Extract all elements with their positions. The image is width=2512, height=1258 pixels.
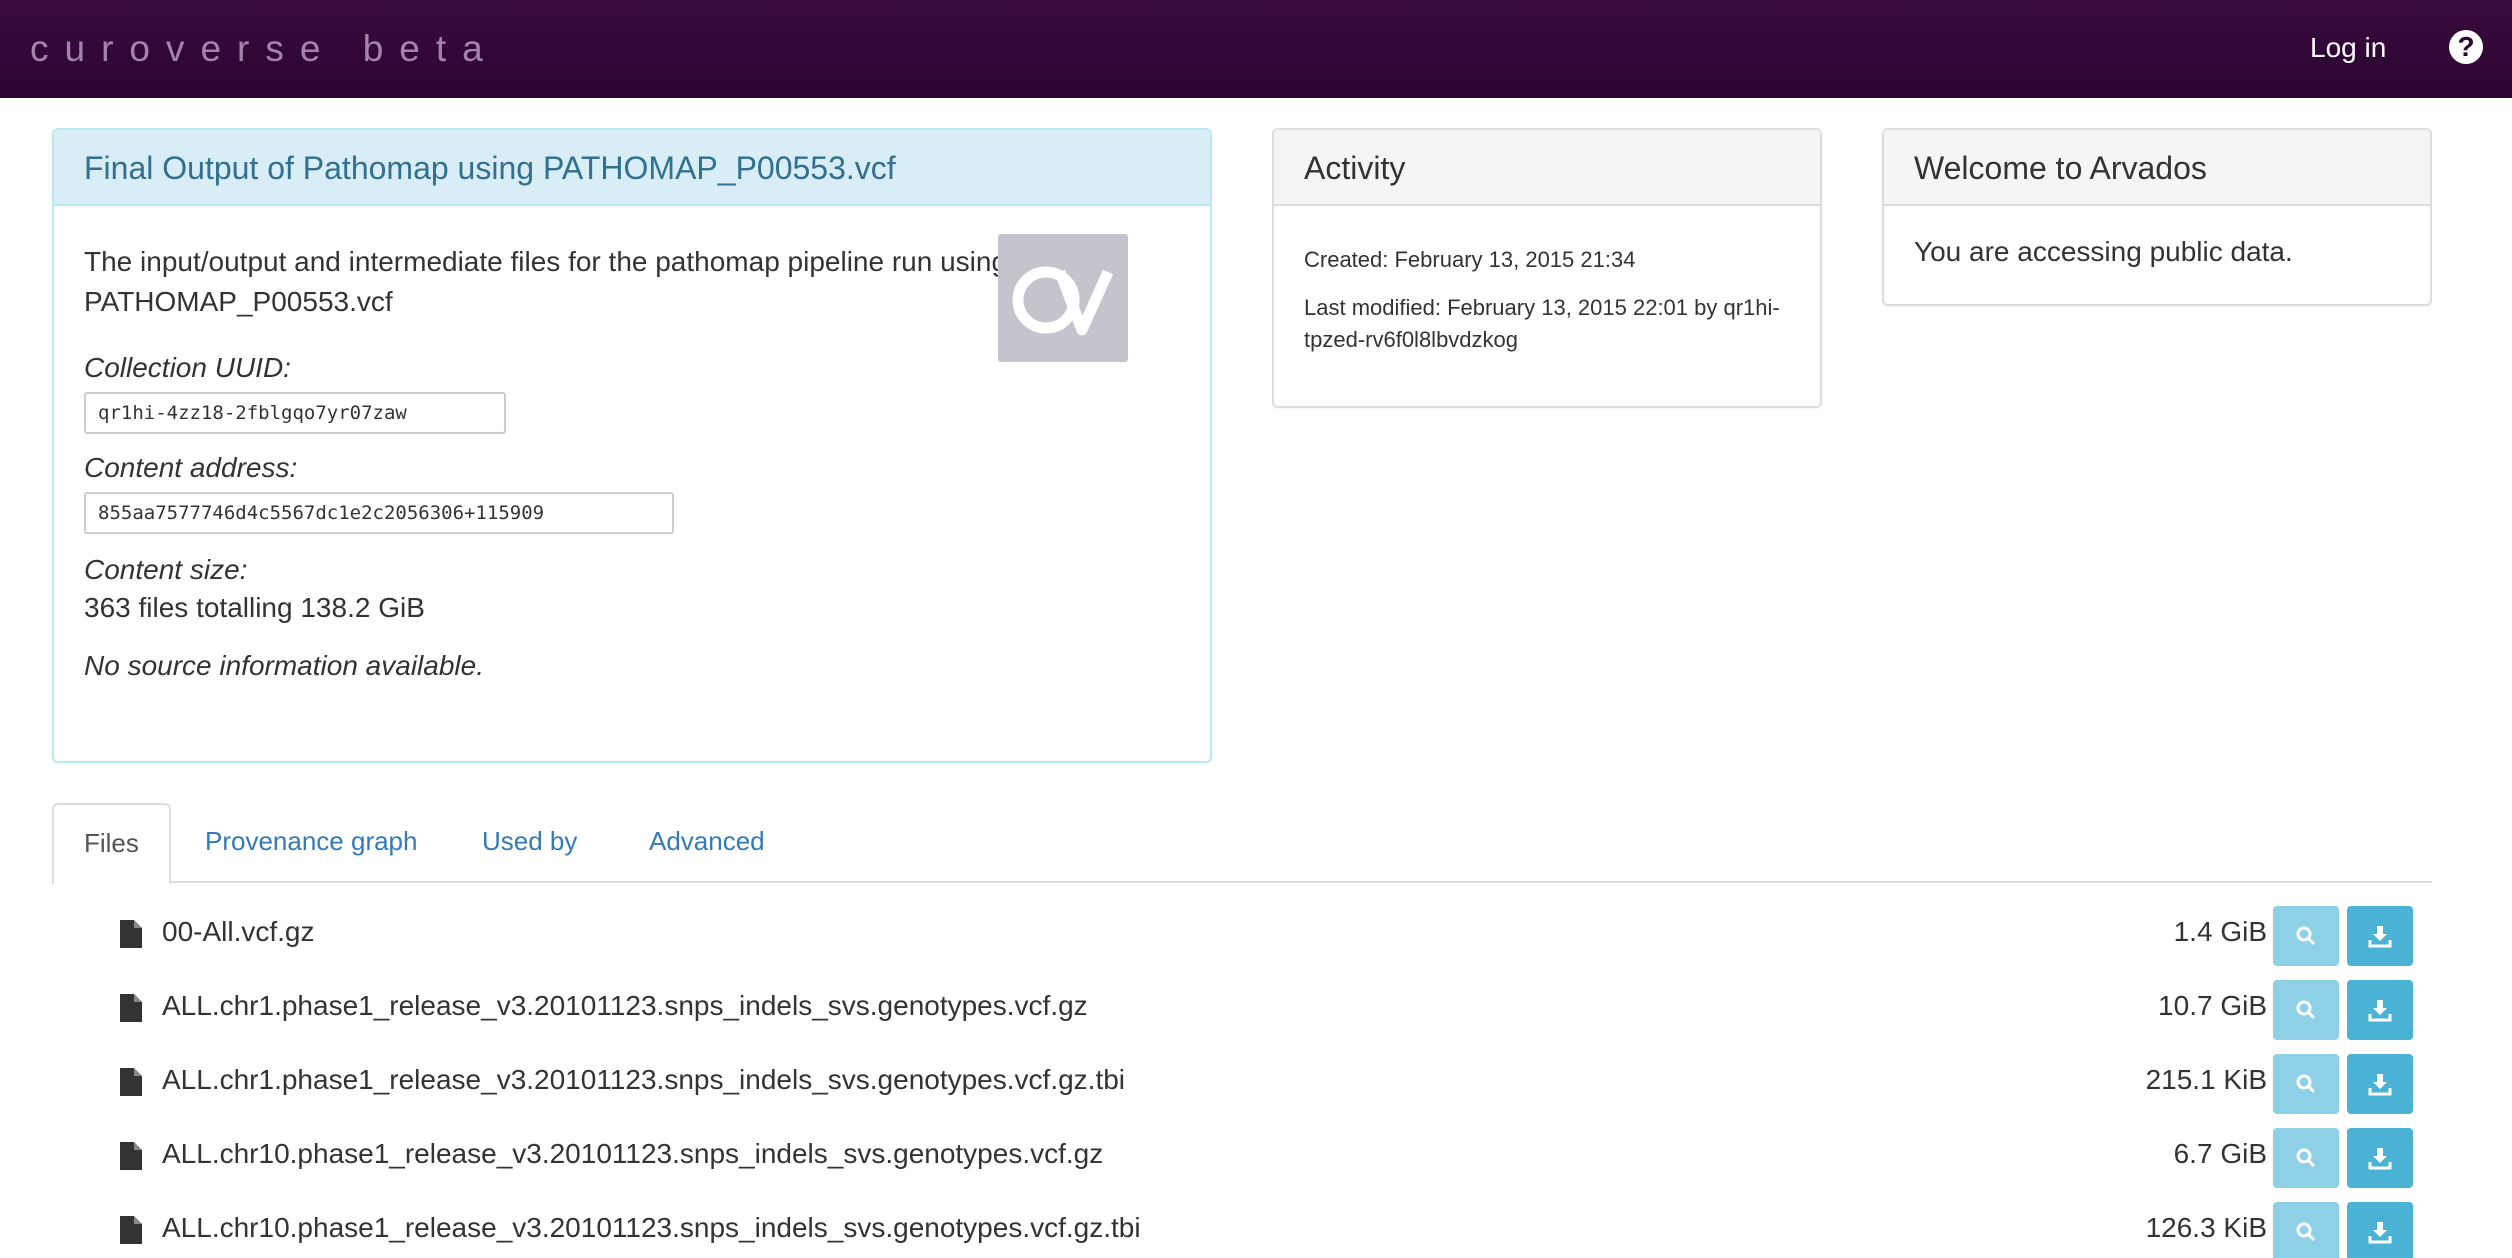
view-file-button[interactable] xyxy=(2273,1202,2339,1258)
file-name[interactable]: ALL.chr10.phase1_release_v3.20101123.snp… xyxy=(162,1212,1141,1244)
file-name[interactable]: ALL.chr1.phase1_release_v3.20101123.snps… xyxy=(162,990,1088,1022)
curoverse-logo-icon xyxy=(998,234,1128,362)
welcome-title: Welcome to Arvados xyxy=(1884,130,2430,206)
search-icon xyxy=(2296,926,2316,946)
tab-used-by[interactable]: Used by xyxy=(452,803,607,883)
download-icon xyxy=(2368,1222,2392,1244)
collection-tabs: Files Provenance graph Used by Advanced xyxy=(52,803,2432,885)
activity-panel: Activity Created: February 13, 2015 21:3… xyxy=(1272,128,1822,408)
source-info: No source information available. xyxy=(84,650,484,681)
tab-files[interactable]: Files xyxy=(52,803,171,885)
view-file-button[interactable] xyxy=(2273,980,2339,1040)
file-size: 6.7 GiB xyxy=(2173,1138,2267,1169)
file-row: 00-All.vcf.gz 1.4 GiB xyxy=(52,898,2432,972)
file-icon xyxy=(120,1216,142,1244)
file-size: 215.1 KiB xyxy=(2145,1064,2267,1095)
search-icon xyxy=(2296,1074,2316,1094)
collection-panel: Final Output of Pathomap using PATHOMAP_… xyxy=(52,128,1212,763)
file-name[interactable]: 00-All.vcf.gz xyxy=(162,916,315,948)
modified-line-2: tpzed-rv6f0l8lbvdzkog xyxy=(1304,327,1519,352)
created-text: Created: February 13, 2015 21:34 xyxy=(1304,247,1636,272)
file-icon xyxy=(120,994,142,1022)
welcome-message: You are accessing public data. xyxy=(1914,236,2293,267)
view-file-button[interactable] xyxy=(2273,1054,2339,1114)
uuid-field[interactable]: qr1hi-4zz18-2fblgqo7yr07zaw xyxy=(84,392,506,434)
question-circle-icon[interactable]: ? xyxy=(2449,30,2483,64)
file-icon xyxy=(120,1142,142,1170)
view-file-button[interactable] xyxy=(2273,906,2339,966)
download-file-button[interactable] xyxy=(2347,1128,2413,1188)
file-row: ALL.chr10.phase1_release_v3.20101123.snp… xyxy=(52,1194,2432,1258)
tab-provenance-graph[interactable]: Provenance graph xyxy=(175,803,447,883)
file-name[interactable]: ALL.chr1.phase1_release_v3.20101123.snps… xyxy=(162,1064,1125,1096)
file-name[interactable]: ALL.chr10.phase1_release_v3.20101123.snp… xyxy=(162,1138,1103,1170)
file-size: 126.3 KiB xyxy=(2145,1212,2267,1243)
brand-logo[interactable]: curoverse beta xyxy=(30,28,499,70)
activity-title: Activity xyxy=(1274,130,1820,206)
welcome-panel: Welcome to Arvados You are accessing pub… xyxy=(1882,128,2432,306)
content-size-value: 363 files totalling 138.2 GiB xyxy=(84,592,425,623)
content-address-label: Content address: xyxy=(84,452,298,483)
download-icon xyxy=(2368,1074,2392,1096)
login-link[interactable]: Log in xyxy=(2310,32,2386,64)
download-file-button[interactable] xyxy=(2347,1054,2413,1114)
search-icon xyxy=(2296,1148,2316,1168)
view-file-button[interactable] xyxy=(2273,1128,2339,1188)
file-icon xyxy=(120,1068,142,1096)
download-file-button[interactable] xyxy=(2347,980,2413,1040)
modified-text: Last modified: February 13, 2015 22:01 b… xyxy=(1304,292,1790,356)
navbar: curoverse beta Log in ? xyxy=(0,0,2512,98)
file-row: ALL.chr10.phase1_release_v3.20101123.snp… xyxy=(52,1120,2432,1194)
file-row: ALL.chr1.phase1_release_v3.20101123.snps… xyxy=(52,1046,2432,1120)
content-size-label: Content size: xyxy=(84,554,248,585)
file-row: ALL.chr1.phase1_release_v3.20101123.snps… xyxy=(52,972,2432,1046)
download-icon xyxy=(2368,1000,2392,1022)
download-file-button[interactable] xyxy=(2347,906,2413,966)
download-file-button[interactable] xyxy=(2347,1202,2413,1258)
search-icon xyxy=(2296,1000,2316,1020)
download-icon xyxy=(2368,926,2392,948)
modified-line-1: Last modified: February 13, 2015 22:01 b… xyxy=(1304,295,1780,320)
search-icon xyxy=(2296,1222,2316,1242)
collection-title: Final Output of Pathomap using PATHOMAP_… xyxy=(54,130,1210,206)
tab-advanced[interactable]: Advanced xyxy=(619,803,795,883)
file-size: 1.4 GiB xyxy=(2173,916,2267,947)
download-icon xyxy=(2368,1148,2392,1170)
file-icon xyxy=(120,920,142,948)
file-size: 10.7 GiB xyxy=(2158,990,2267,1021)
content-address-field[interactable]: 855aa7577746d4c5567dc1e2c2056306+115909 xyxy=(84,492,674,534)
